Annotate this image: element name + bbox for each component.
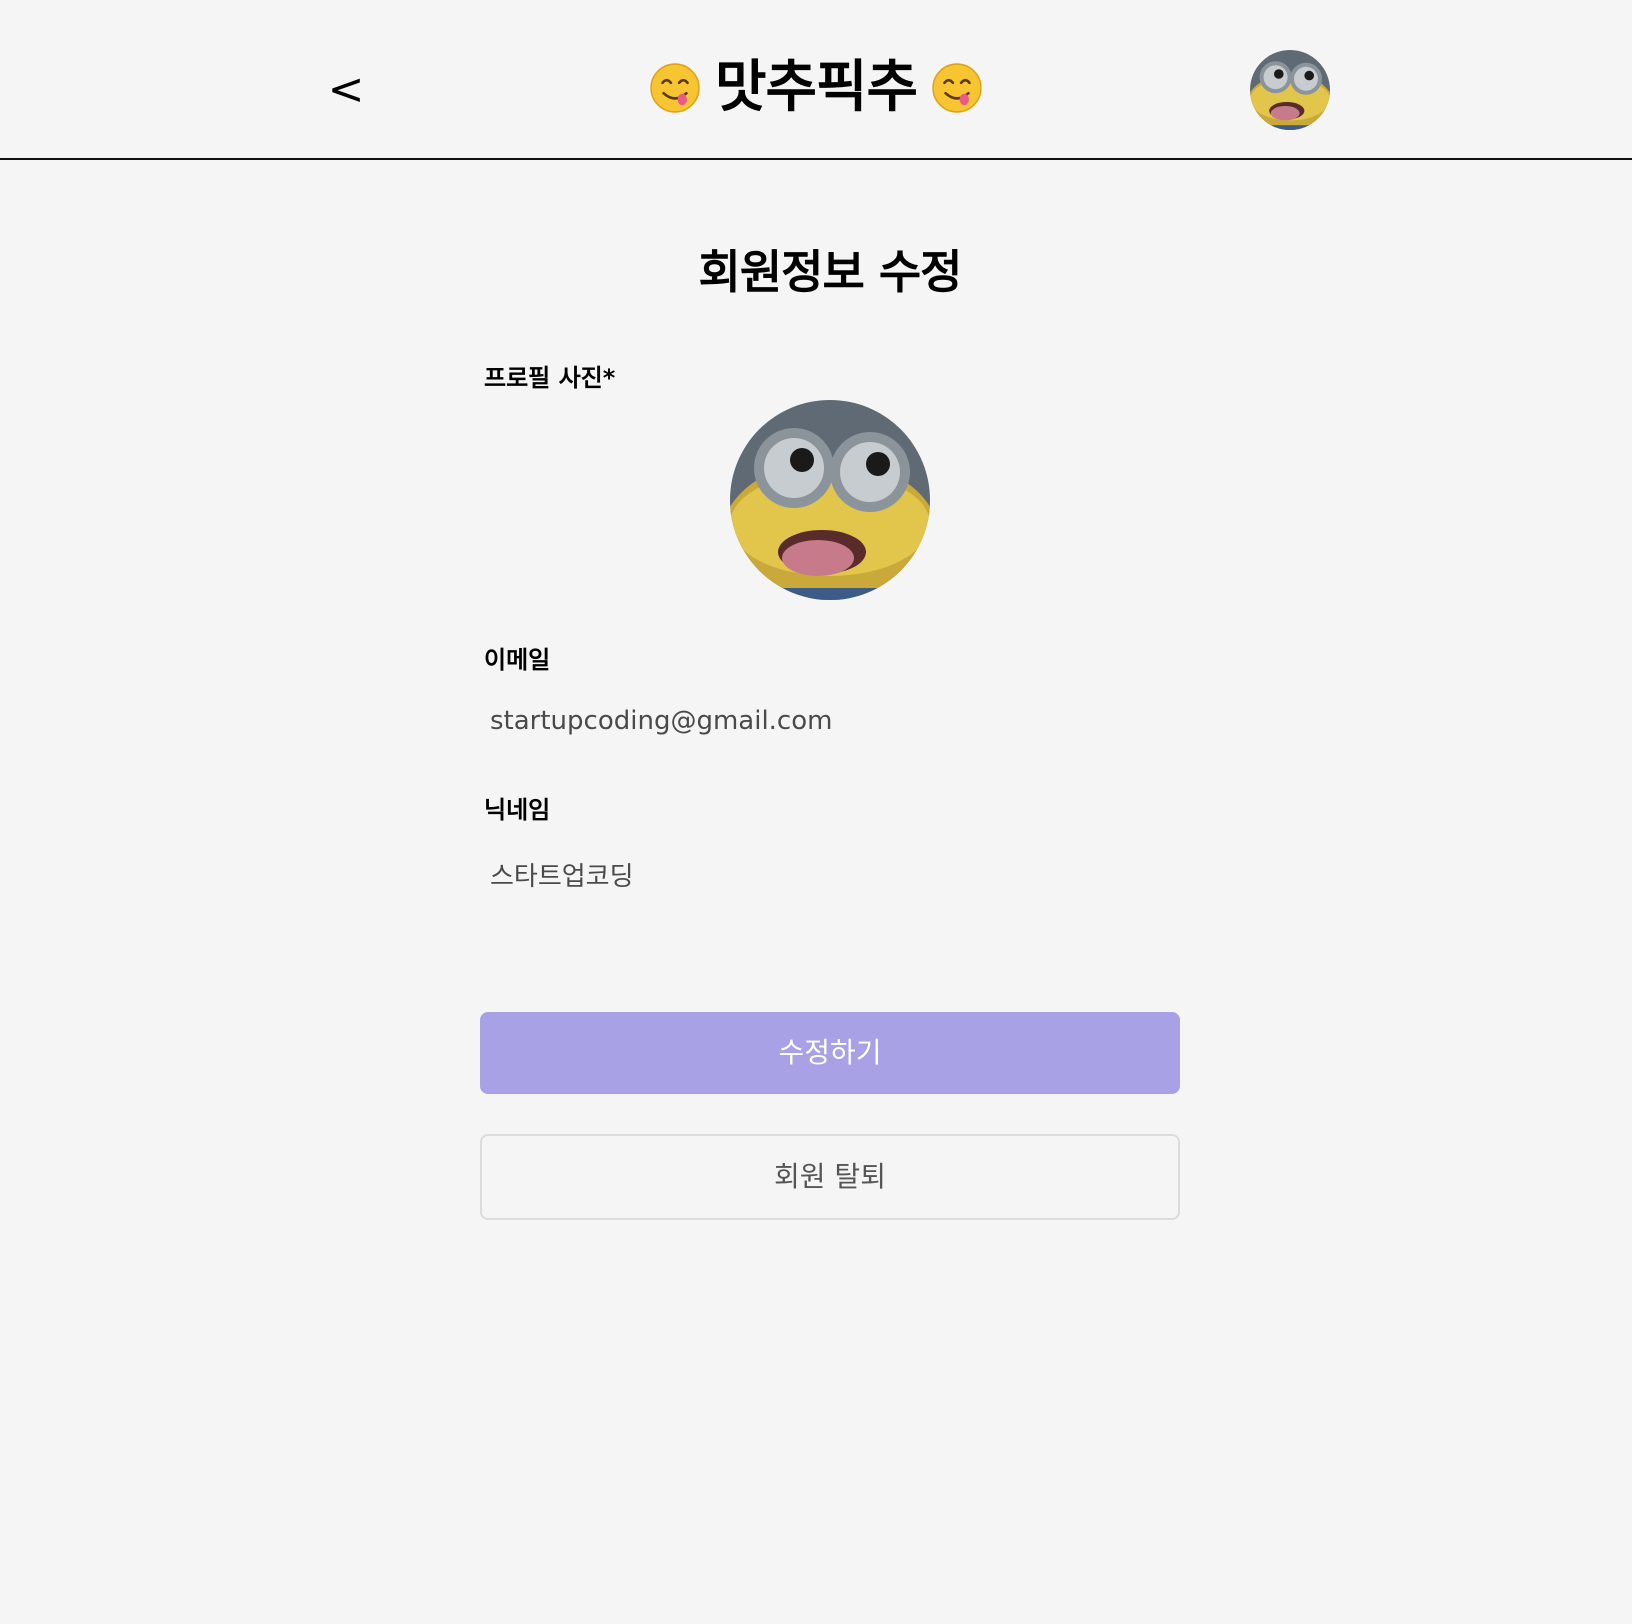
savoring-face-emoji-icon <box>931 62 983 114</box>
back-button[interactable]: < <box>326 60 366 120</box>
nickname-label: 닉네임 <box>484 796 551 824</box>
nickname-field[interactable]: 스타트업코딩 <box>490 856 1150 893</box>
withdraw-membership-button[interactable]: 회원 탈퇴 <box>480 1134 1180 1220</box>
profile-photo-upload[interactable] <box>730 400 930 600</box>
savoring-face-emoji-icon <box>649 62 701 114</box>
profile-photo-image <box>730 400 930 600</box>
email-value: startupcoding@gmail.com <box>490 706 833 736</box>
brand-title: 맛추픽추 <box>714 55 918 120</box>
submit-edit-button[interactable]: 수정하기 <box>480 1012 1180 1094</box>
profile-photo-label: 프로필 사진* <box>484 364 616 392</box>
brand: 맛추픽추 <box>0 48 1632 128</box>
top-header: < 맛추픽추 <box>0 0 1632 160</box>
email-label: 이메일 <box>484 646 551 674</box>
brand-logo-link[interactable]: 맛추픽추 <box>649 48 983 128</box>
page-title: 회원정보 수정 <box>698 245 963 299</box>
user-avatar-icon[interactable] <box>1250 50 1330 130</box>
